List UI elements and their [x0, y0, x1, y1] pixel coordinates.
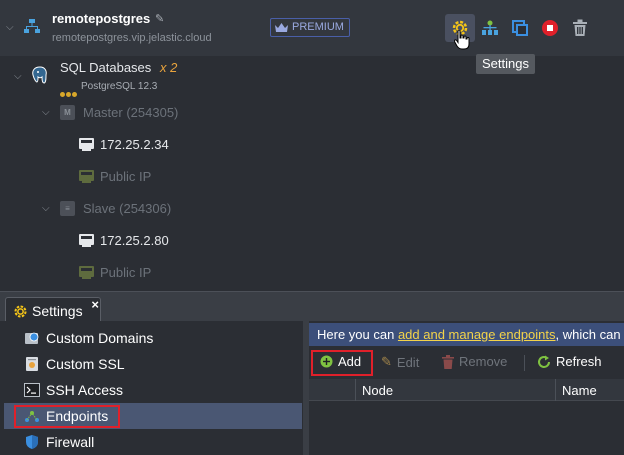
remove-label: Remove	[459, 354, 508, 369]
sidebar-item-firewall[interactable]: Firewall	[4, 429, 302, 455]
info-bar: Here you can add and manage endpoints, w…	[309, 323, 624, 346]
sidebar-label: Custom Domains	[46, 330, 154, 346]
endpoints-grid-header: Node Name	[309, 379, 624, 401]
postgresql-icon	[32, 66, 47, 84]
sidebar-item-custom-domains[interactable]: Custom Domains	[4, 325, 302, 351]
hand-cursor-icon	[454, 30, 470, 50]
rename-pencil-icon[interactable]: ✎	[155, 12, 164, 25]
terminal-icon	[24, 383, 40, 397]
environment-icon	[24, 19, 40, 33]
clone-button[interactable]	[505, 14, 535, 42]
layer-stack-version: PostgreSQL 12.3	[81, 81, 158, 92]
settings-tab-icon	[14, 305, 27, 318]
master-node-icon: M	[60, 105, 75, 120]
delete-icon	[573, 19, 587, 36]
select-all-column[interactable]	[309, 379, 356, 401]
remove-button[interactable]: Remove	[442, 354, 507, 369]
master-private-ip[interactable]: 172.25.2.34	[100, 137, 169, 152]
info-text: Here you can add and manage endpoints, w…	[317, 327, 621, 342]
settings-body: Custom Domains Custom SSL SSH Access End…	[0, 321, 624, 455]
sidebar-label: Custom SSL	[46, 356, 125, 372]
settings-tabbar: Settings ×	[0, 291, 624, 324]
endpoints-toolbar: Add ✎ Edit Remove Refresh	[309, 346, 624, 379]
slave-public-ip[interactable]: Public IP	[100, 265, 151, 280]
manage-endpoints-link[interactable]: add and manage endpoints	[398, 327, 556, 342]
wan-ip-icon	[79, 170, 94, 183]
add-button[interactable]: Add	[320, 354, 361, 369]
layer-node-count[interactable]: x 2	[160, 60, 177, 75]
add-label: Add	[338, 354, 362, 369]
certificate-icon	[26, 357, 38, 371]
info-suffix: , which can	[555, 327, 621, 342]
crown-icon	[275, 22, 288, 32]
settings-tab-title: Settings	[32, 303, 83, 319]
premium-badge: PREMIUM	[270, 18, 350, 37]
sidebar-item-endpoints[interactable]: Endpoints	[4, 403, 302, 429]
collapse-master-icon[interactable]: ⌵	[42, 108, 50, 118]
slave-node-name[interactable]: Slave (254306)	[83, 201, 171, 216]
refresh-label: Refresh	[556, 354, 602, 369]
master-public-ip[interactable]: Public IP	[100, 169, 151, 184]
endpoints-highlight	[14, 405, 120, 428]
settings-sidebar: Custom Domains Custom SSL SSH Access End…	[4, 323, 302, 455]
stop-button[interactable]	[535, 14, 565, 42]
sidebar-label: Firewall	[46, 434, 95, 450]
stop-icon	[542, 20, 558, 36]
column-node-label: Node	[362, 383, 394, 398]
info-prefix: Here you can	[317, 327, 398, 342]
add-icon	[320, 355, 333, 368]
endpoints-content: Here you can add and manage endpoints, w…	[309, 323, 624, 455]
edit-label: Edit	[396, 354, 420, 370]
edit-pencil-icon: ✎	[381, 354, 392, 369]
column-name-label: Name	[562, 383, 597, 398]
delete-button[interactable]	[565, 14, 595, 42]
lan-ip-icon	[79, 234, 94, 247]
collapse-env-icon[interactable]: ⌵	[6, 23, 14, 33]
environment-domain[interactable]: remotepostgres.vip.jelastic.cloud	[52, 32, 212, 44]
layer-name[interactable]: SQL Databases	[60, 60, 151, 75]
column-name[interactable]: Name	[556, 379, 624, 401]
column-node[interactable]: Node	[356, 379, 556, 401]
slave-node-icon: ≡	[60, 201, 75, 216]
refresh-icon	[538, 355, 550, 368]
premium-label: PREMIUM	[292, 21, 344, 33]
sidebar-item-ssh-access[interactable]: SSH Access	[4, 377, 302, 403]
refresh-button[interactable]: Refresh	[537, 354, 602, 369]
stack-dots-icon	[60, 84, 78, 102]
environment-panel: ⌵ remotepostgres ✎ remotepostgres.vip.je…	[0, 0, 624, 291]
shield-icon	[26, 435, 38, 449]
environment-header[interactable]: ⌵ remotepostgres ✎ remotepostgres.vip.je…	[0, 0, 624, 56]
settings-tooltip: Settings	[476, 54, 535, 74]
edit-button[interactable]: ✎ Edit	[381, 354, 419, 370]
dashboard: ⌵ remotepostgres ✎ remotepostgres.vip.je…	[0, 0, 624, 455]
add-on-button[interactable]	[475, 14, 505, 42]
slave-private-ip[interactable]: 172.25.2.80	[100, 233, 169, 248]
wan-ip-icon	[79, 266, 94, 279]
lan-ip-icon	[79, 138, 94, 151]
settings-panel: Settings × Custom Domains Custom SSL SSH…	[0, 291, 624, 455]
sidebar-label: SSH Access	[46, 382, 124, 398]
settings-tab[interactable]: Settings ×	[5, 297, 101, 324]
toolbar-separator	[524, 355, 525, 371]
master-node-name[interactable]: Master (254305)	[83, 105, 178, 120]
environment-name[interactable]: remotepostgres	[52, 11, 150, 26]
close-icon[interactable]: ×	[91, 297, 99, 312]
add-on-icon	[482, 20, 498, 35]
sidebar-item-custom-ssl[interactable]: Custom SSL	[4, 351, 302, 377]
remove-icon	[442, 354, 454, 369]
globe-icon	[25, 332, 39, 344]
collapse-slave-icon[interactable]: ⌵	[42, 204, 50, 214]
collapse-layer-icon[interactable]: ⌵	[14, 72, 22, 82]
clone-icon	[512, 20, 528, 36]
